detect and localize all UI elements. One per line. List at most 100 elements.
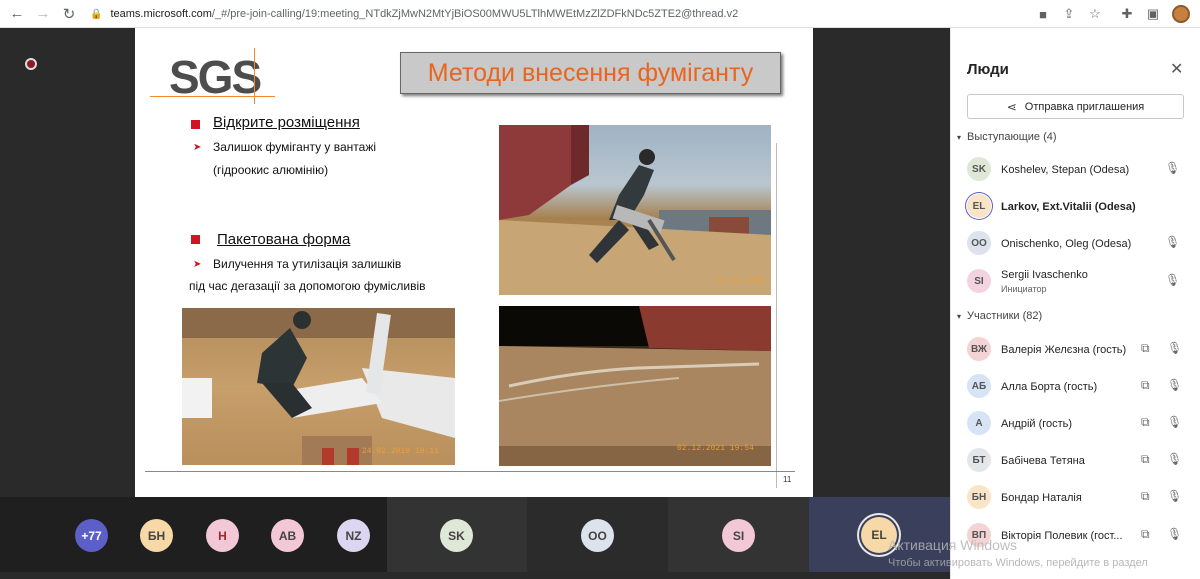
mic-icon[interactable]: 🎙 bbox=[1167, 527, 1182, 541]
person-name: Андрій (гость) bbox=[1001, 418, 1073, 430]
lock-icon: 🔒 bbox=[90, 8, 103, 20]
participant-tile-sk[interactable]: SK bbox=[387, 497, 527, 572]
person-name: Алла Борта (гость) bbox=[1001, 381, 1098, 393]
reload-icon[interactable]: ↻ bbox=[56, 1, 82, 27]
person-row[interactable]: БН Бондар Наталія ⧉ 🎙 bbox=[951, 479, 1200, 516]
spotlight-icon[interactable]: ⧉ bbox=[1141, 527, 1150, 542]
mic-off-icon: 🎙 bbox=[1165, 273, 1181, 287]
person-name: Koshelev, Stepan (Odesa) bbox=[1001, 164, 1130, 176]
browser-actions: ■ ⇪ ☆ ✚ ▣ bbox=[1030, 0, 1200, 28]
mic-icon[interactable]: 🎙 bbox=[1167, 489, 1182, 503]
section1-heading: Відкрите розміщення bbox=[213, 114, 360, 131]
participant-tile-group[interactable]: +77 БН Н AB NZ bbox=[0, 497, 387, 572]
presenters-section-header[interactable]: ▾ Выступающие (4) bbox=[957, 131, 1057, 143]
section2-line2: під час дегазації за допомогою фумісливі… bbox=[189, 279, 426, 293]
person-row[interactable]: SI Sergii Ivaschenko Инициатор 🎙 bbox=[951, 263, 1200, 300]
photo2-timestamp: 24.02.2019 19:11 bbox=[362, 447, 439, 456]
bullet-square-icon bbox=[191, 120, 200, 129]
avatar[interactable]: БН bbox=[140, 519, 173, 552]
person-row[interactable]: АБ Алла Борта (гость) ⧉ 🎙 bbox=[951, 368, 1200, 405]
mic-off-icon: 🎙 bbox=[1165, 161, 1181, 175]
avatar: SK bbox=[440, 519, 473, 552]
mic-off-icon: 🎙 bbox=[1165, 235, 1181, 249]
section2-heading: Пакетована форма bbox=[217, 231, 351, 248]
windows-activation-watermark: Активация Windows bbox=[888, 537, 1018, 553]
avatar-speaking: EL bbox=[967, 194, 991, 218]
spotlight-icon[interactable]: ⧉ bbox=[1141, 378, 1150, 393]
avatar: БН bbox=[967, 485, 991, 509]
attendees-section-header[interactable]: ▾ Участники (82) bbox=[957, 310, 1042, 322]
profile-avatar[interactable] bbox=[1172, 5, 1190, 23]
overflow-avatar[interactable]: +77 bbox=[75, 519, 108, 552]
sidepanel-icon[interactable]: ▣ bbox=[1140, 6, 1166, 22]
photo-worker-probe: 24.03.2020 bbox=[499, 125, 771, 295]
slide-footer-line bbox=[145, 471, 795, 472]
spotlight-icon[interactable]: ⧉ bbox=[1141, 489, 1150, 504]
slide-page-number: 11 bbox=[783, 475, 792, 484]
url-host: teams.microsoft.com bbox=[110, 8, 212, 20]
person-name: Sergii Ivaschenko bbox=[1001, 269, 1088, 281]
share-icon[interactable]: ⇪ bbox=[1056, 6, 1082, 22]
person-row[interactable]: EL Larkov, Ext.Vitalii (Odesa) bbox=[951, 188, 1200, 225]
spotlight-icon[interactable]: ⧉ bbox=[1141, 415, 1150, 430]
person-role: Инициатор bbox=[1001, 284, 1047, 294]
slide-divider bbox=[776, 143, 777, 488]
mic-icon[interactable]: 🎙 bbox=[1167, 378, 1182, 392]
avatar: SK bbox=[967, 157, 991, 181]
photo3-timestamp: 02.12.2021 19:54 bbox=[677, 444, 754, 453]
address-bar[interactable]: 🔒 teams.microsoft.com/_#/pre-join-callin… bbox=[86, 3, 1096, 25]
person-name: Валерія Желєзна (гость) bbox=[1001, 344, 1127, 356]
chevron-down-icon: ▾ bbox=[957, 133, 962, 142]
person-row[interactable]: SK Koshelev, Stepan (Odesa) 🎙 bbox=[951, 151, 1200, 188]
avatar[interactable]: AB bbox=[271, 519, 304, 552]
bookmark-star-icon[interactable]: ☆ bbox=[1082, 6, 1108, 22]
send-invite-button[interactable]: ⋖ Отправка приглашения bbox=[967, 94, 1184, 119]
person-name: Larkov, Ext.Vitalii (Odesa) bbox=[1001, 201, 1136, 213]
participant-tile-oo[interactable]: OO bbox=[527, 497, 668, 572]
back-icon[interactable]: ← bbox=[4, 1, 30, 27]
avatar[interactable]: Н bbox=[206, 519, 239, 552]
avatar: ВЖ bbox=[967, 337, 991, 361]
bullet-arrow-icon: ➤ bbox=[193, 142, 202, 153]
section2-line1: Вилучення та утилізація залишків bbox=[213, 257, 402, 271]
avatar: АБ bbox=[967, 374, 991, 398]
person-row[interactable]: БТ Бабічева Тетяна ⧉ 🎙 bbox=[951, 442, 1200, 479]
panel-title: Люди bbox=[967, 61, 1009, 78]
slide-title: Методи внесення фуміганту bbox=[400, 52, 781, 94]
avatar: OO bbox=[581, 519, 614, 552]
avatar[interactable]: NZ bbox=[337, 519, 370, 552]
share-icon: ⋖ bbox=[1006, 99, 1017, 114]
sgs-logo: SGS bbox=[150, 48, 275, 104]
avatar: SI bbox=[967, 269, 991, 293]
browser-toolbar: ← → ↻ 🔒 teams.microsoft.com/_#/pre-join-… bbox=[0, 0, 1200, 28]
meeting-stage: SGS Методи внесення фуміганту Відкрите р… bbox=[0, 28, 950, 579]
invite-label: Отправка приглашения bbox=[1024, 100, 1145, 113]
section1-line2: (гідроокис алюмінію) bbox=[213, 163, 329, 177]
person-row[interactable]: ВЖ Валерія Желєзна (гость) ⧉ 🎙 bbox=[951, 331, 1200, 368]
close-icon[interactable]: ✕ bbox=[1170, 59, 1183, 79]
section1-line1: Залишок фуміганту у вантажі bbox=[213, 140, 377, 154]
photo1-timestamp: 24.03.2020 bbox=[717, 277, 766, 286]
spotlight-icon[interactable]: ⧉ bbox=[1141, 341, 1150, 356]
shared-slide: SGS Методи внесення фуміганту Відкрите р… bbox=[135, 28, 813, 497]
mic-icon[interactable]: 🎙 bbox=[1167, 341, 1182, 355]
camera-icon[interactable]: ■ bbox=[1030, 7, 1056, 22]
people-panel: Люди ✕ ⋖ Отправка приглашения ▾ Выступающ… bbox=[950, 28, 1200, 579]
forward-icon[interactable]: → bbox=[30, 1, 56, 27]
mic-icon[interactable]: 🎙 bbox=[1167, 452, 1182, 466]
mic-icon[interactable]: 🎙 bbox=[1167, 415, 1182, 429]
url-path: /_#/pre-join-calling/19:meeting_NTdkZjMw… bbox=[211, 8, 739, 20]
person-row[interactable]: OO Onischenko, Oleg (Odesa) 🎙 bbox=[951, 225, 1200, 262]
avatar: OO bbox=[967, 231, 991, 255]
avatar: БТ bbox=[967, 448, 991, 472]
chevron-down-icon: ▾ bbox=[957, 312, 962, 321]
photo-night-grain: 02.12.2021 19:54 bbox=[499, 306, 771, 466]
bullet-square-icon bbox=[191, 235, 200, 244]
extensions-icon[interactable]: ✚ bbox=[1114, 6, 1140, 22]
participant-tile-si[interactable]: SI bbox=[668, 497, 809, 572]
participant-strip: +77 БН Н AB NZ SK OO SI EL bbox=[0, 497, 950, 579]
person-name: Бондар Наталія bbox=[1001, 492, 1082, 504]
person-name: Бабічева Тетяна bbox=[1001, 455, 1085, 467]
person-row[interactable]: А Андрій (гость) ⧉ 🎙 bbox=[951, 405, 1200, 442]
spotlight-icon[interactable]: ⧉ bbox=[1141, 452, 1150, 467]
